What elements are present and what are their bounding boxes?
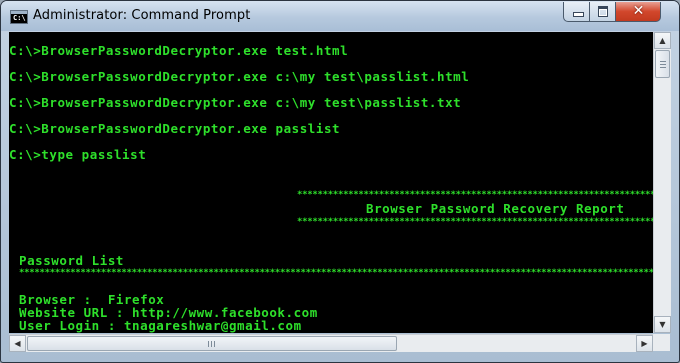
vertical-scrollbar[interactable]: ▲ ▼ [653,32,671,333]
scroll-right-arrow-icon[interactable]: ▶ [636,335,653,352]
command-line-5: C:\>type passlist [9,147,147,162]
minimize-button[interactable] [563,2,590,22]
report-title: Browser Password Recovery Report [366,201,625,216]
minimize-icon [573,12,584,17]
section-title: Password List [19,253,124,268]
scrollbar-corner [653,334,670,351]
horizontal-scrollbar[interactable]: ◀ ▶ [9,334,653,352]
command-line-4: C:\>BrowserPasswordDecryptor.exe passlis… [9,121,341,136]
scroll-left-arrow-icon[interactable]: ◀ [9,335,26,352]
command-line-3: C:\>BrowserPasswordDecryptor.exe c:\my t… [9,95,462,110]
maximize-icon [598,6,608,17]
console-output[interactable]: C:\>BrowserPasswordDecryptor.exe test.ht… [9,32,653,333]
scroll-down-arrow-icon[interactable]: ▼ [654,316,671,333]
scroll-up-arrow-icon[interactable]: ▲ [654,32,671,49]
command-prompt-window: C:\ Administrator: Command Prompt ✕ C:\>… [0,0,680,363]
entry-login: User Login : tnagareshwar@gmail.com [19,318,302,333]
cmd-icon-text: C:\ [13,14,26,22]
close-button[interactable]: ✕ [616,2,661,22]
close-icon: ✕ [632,3,645,19]
cmd-icon[interactable]: C:\ [10,10,28,24]
section-border: ****************************************… [19,268,653,278]
title-bar[interactable]: C:\ Administrator: Command Prompt ✕ [1,1,679,31]
maximize-button[interactable] [590,2,616,22]
report-border-bottom: ****************************************… [297,217,653,227]
window-title: Administrator: Command Prompt [33,8,251,23]
report-border-top: ****************************************… [297,190,653,200]
vertical-scroll-thumb[interactable] [655,50,670,78]
horizontal-scroll-thumb[interactable] [27,336,397,351]
command-line-2: C:\>BrowserPasswordDecryptor.exe c:\my t… [9,69,470,84]
command-line-1: C:\>BrowserPasswordDecryptor.exe test.ht… [9,43,349,58]
